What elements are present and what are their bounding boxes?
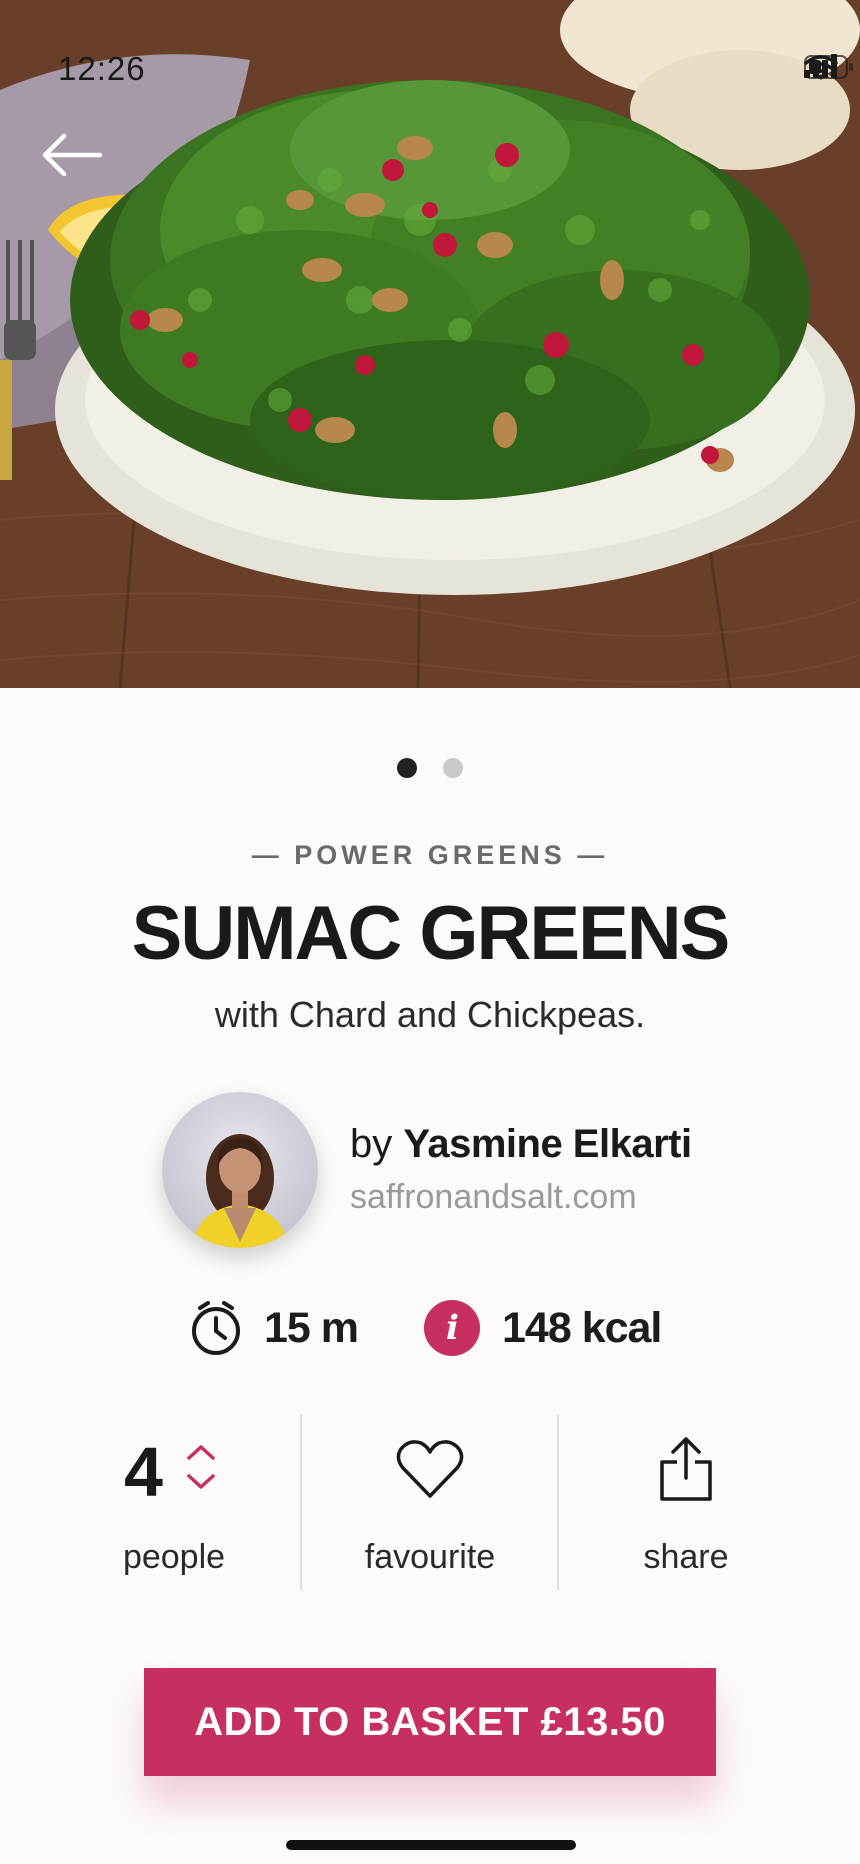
carousel-dot-2[interactable] bbox=[443, 758, 463, 778]
share-label: share bbox=[643, 1538, 729, 1576]
calories-stat: i 148 kcal bbox=[424, 1300, 662, 1356]
recipe-actions: 4 people favourite share bbox=[46, 1414, 814, 1590]
prep-time-stat: 15 m bbox=[190, 1300, 359, 1356]
recipe-category: — POWER GREENS — bbox=[251, 840, 609, 870]
status-time: 12:26 bbox=[58, 50, 146, 87]
status-bar: 12:26 bbox=[0, 0, 860, 140]
carousel-dot-1[interactable] bbox=[397, 758, 417, 778]
info-icon[interactable]: i bbox=[424, 1300, 480, 1356]
info-icon-glyph: i bbox=[446, 1308, 459, 1348]
recipe-hero-image[interactable]: 12:26 bbox=[0, 0, 860, 688]
heart-icon bbox=[396, 1440, 464, 1498]
recipe-stats: 15 m i 148 kcal bbox=[0, 1300, 860, 1370]
share-icon bbox=[660, 1437, 712, 1501]
recipe-subtitle: with Chard and Chickpeas. bbox=[214, 994, 646, 1035]
servings-stepper[interactable] bbox=[184, 1442, 218, 1492]
author-avatar[interactable] bbox=[162, 1092, 318, 1248]
author-block[interactable]: by Yasmine Elkarti saffronandsalt.com bbox=[162, 1092, 722, 1252]
recipe-title: SUMAC GREENS bbox=[131, 891, 731, 976]
home-indicator[interactable] bbox=[286, 1840, 576, 1850]
add-to-basket-button[interactable]: ADD TO BASKET £13.50 bbox=[144, 1668, 716, 1776]
servings-label: people bbox=[122, 1538, 226, 1576]
back-arrow-icon bbox=[42, 133, 103, 177]
servings-count: 4 bbox=[124, 1433, 163, 1511]
favourite-label: favourite bbox=[364, 1538, 496, 1576]
back-button[interactable] bbox=[40, 130, 104, 180]
battery-icon bbox=[804, 55, 853, 79]
author-by-prefix: by bbox=[350, 1122, 404, 1166]
author-byline: by Yasmine Elkarti bbox=[350, 1122, 692, 1167]
author-portrait bbox=[192, 1134, 288, 1248]
stepper-chevrons-icon bbox=[187, 1445, 215, 1489]
author-name[interactable]: Yasmine Elkarti bbox=[403, 1122, 692, 1166]
servings-control: 4 people bbox=[46, 1414, 302, 1590]
calories-value: 148 kcal bbox=[502, 1303, 662, 1352]
clock-icon bbox=[192, 1301, 240, 1355]
favourite-button[interactable]: favourite bbox=[302, 1414, 558, 1590]
prep-time-value: 15 m bbox=[264, 1303, 359, 1352]
share-button[interactable]: share bbox=[558, 1414, 814, 1590]
carousel-pagination bbox=[0, 758, 860, 778]
author-website[interactable]: saffronandsalt.com bbox=[350, 1178, 637, 1217]
